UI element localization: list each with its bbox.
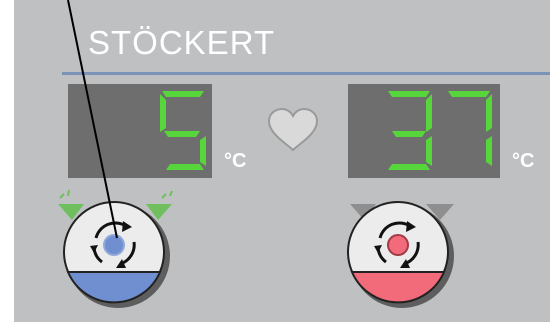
segment-c <box>486 136 492 166</box>
segment-a <box>162 91 204 97</box>
right-mode-button[interactable] <box>330 190 480 310</box>
segment-a <box>448 91 490 97</box>
segment-g <box>164 131 200 137</box>
segment-f <box>160 94 166 132</box>
segment-b <box>426 94 432 132</box>
segment-a <box>388 91 430 97</box>
segment-d <box>166 164 204 170</box>
brand-divider <box>62 72 550 75</box>
segment-c <box>426 136 432 166</box>
brand-logo: STÖCKERT <box>88 24 276 61</box>
left-temperature-digits <box>160 91 206 170</box>
segment-g <box>392 131 426 137</box>
segment-c <box>200 136 206 166</box>
heart-icon <box>267 108 319 152</box>
right-temperature-unit: °C <box>512 150 535 172</box>
device-panel: STÖCKERT °C °C <box>0 0 550 322</box>
segment-b <box>486 94 492 132</box>
segment-d <box>388 164 430 170</box>
left-temperature-unit: °C <box>224 150 247 172</box>
right-temperature-digits <box>388 91 492 170</box>
left-mode-button[interactable] <box>50 190 200 310</box>
